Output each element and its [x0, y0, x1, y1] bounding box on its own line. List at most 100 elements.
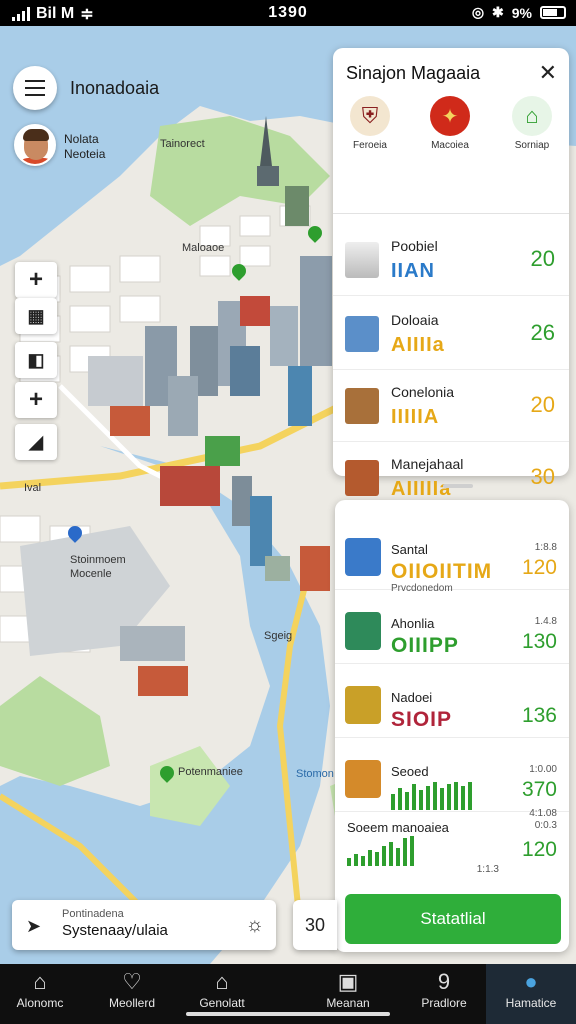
item-name: Soeem manoaiea [347, 820, 449, 835]
drop-icon [345, 612, 381, 650]
user-line1: Nolata [64, 132, 99, 146]
nav-label: Meollerd [108, 996, 156, 1010]
list-item[interactable]: Conelonia IIIIIA 20 [333, 370, 569, 442]
menu-button[interactable] [13, 66, 57, 110]
item-small: 0:0.3 [534, 820, 557, 831]
nav-label: Pradlore [421, 996, 467, 1010]
list-item[interactable]: Doloaia AIIIIa 26 [333, 298, 569, 370]
item-value: 120 [521, 838, 557, 861]
temple-icon [345, 388, 379, 424]
alarm-icon: ◎ [471, 4, 485, 20]
zoom-in-button[interactable]: + [15, 262, 57, 298]
list-item[interactable]: Soeem manoaiea 0:0.3 120 1:1.3 [335, 812, 569, 886]
stats-panel: Santal OIIOIITIM Prvcdonedom 1:8.8 120 A… [335, 500, 569, 952]
mini-button[interactable]: 30 [293, 900, 337, 950]
item-code: OIIOIITIM [391, 560, 493, 583]
bottom-nav: ⌂ Alonomc ♡ Meollerd ⌂ Genolatt ▣ Meanan… [0, 964, 576, 1024]
item-value: 26 [530, 320, 555, 345]
heart-icon: ♡ [122, 969, 142, 994]
item-value: 30 [530, 464, 555, 489]
item-name: Santal [391, 542, 428, 557]
item-name: Poobiel [391, 238, 438, 254]
drag-handle[interactable] [443, 484, 473, 488]
user-info: Nolata Neoteia [64, 132, 105, 162]
category-feroeia[interactable]: ⛨ Feroeia [337, 96, 403, 151]
item-name: Conelonia [391, 384, 455, 400]
category-sorniap[interactable]: ⌂ Sorniap [499, 96, 565, 151]
close-icon[interactable]: ✕ [539, 60, 557, 86]
nav-favorites[interactable]: ♡ Meollerd [84, 968, 180, 1010]
nav-label: Alonomc [16, 996, 64, 1010]
layers-button[interactable]: ▦ [15, 298, 57, 334]
item-value: 20 [530, 392, 555, 417]
person-icon: ● [524, 969, 538, 994]
nav-nine[interactable]: 9 Pradlore [396, 968, 492, 1010]
user-line2: Neoteia [64, 147, 106, 161]
map-mode-button[interactable]: ◧ [15, 342, 57, 378]
statistics-button[interactable]: Statatlial [345, 894, 561, 944]
hamburger-icon [25, 86, 45, 90]
list-item[interactable]: Poobiel IIAN 20 [333, 224, 569, 296]
map-label-bridge: Sgeig [264, 630, 293, 642]
avatar-hair [23, 129, 49, 141]
screen-icon: ▣ [337, 969, 359, 994]
avatar[interactable] [14, 124, 56, 166]
home-icon: ⌂ [33, 969, 47, 994]
item-small: 1:8.8 [534, 542, 557, 553]
sparkline [391, 782, 472, 810]
item-name: Doloaia [391, 312, 439, 328]
item-name: Ahonlia [391, 616, 435, 631]
battery-icon [540, 6, 566, 19]
list-item[interactable]: Ahonlia OIIIPP 1.4.8 130 [335, 590, 569, 664]
category-label: Feroeia [353, 140, 387, 151]
battery-label: 9% [511, 4, 532, 21]
item-name: Manejahaal [391, 456, 464, 472]
item-code: OIIIPP [391, 634, 459, 657]
monument-icon [345, 242, 379, 278]
item-value: 136 [521, 704, 557, 727]
item-small: 1:0.00 [529, 764, 557, 775]
nav-profile[interactable]: ● Hamatice [486, 964, 576, 1024]
home-indicator [186, 1012, 390, 1016]
places-panel: Sinajon Magaaia ✕ ⛨ Feroeia ✦ Macoiea ⌂ … [333, 48, 569, 500]
ribbon-icon: ✦ [430, 96, 470, 136]
item-code: IIAN [391, 260, 435, 282]
nav-label: Hamatice [505, 996, 557, 1010]
palace-icon [345, 460, 379, 496]
item-value: 120 [521, 556, 557, 579]
item-value: 370 [521, 778, 557, 801]
item-value: 20 [530, 246, 555, 271]
search-bar[interactable]: ➤ Pontinadena Systenaay/ulaia ☼ [12, 900, 276, 950]
locate-icon[interactable]: ☼ [246, 914, 264, 937]
search-input[interactable]: Systenaay/ulaia [62, 922, 168, 939]
market-icon [345, 760, 381, 798]
category-label: Sorniap [514, 140, 550, 151]
item-code: AIIIIa [391, 334, 445, 356]
list-item[interactable]: Nadoei SIOIP 136 [335, 664, 569, 738]
item-small: 1.4.8 [534, 616, 557, 627]
divider [333, 213, 569, 214]
map-label-sea: Stomon [296, 768, 334, 780]
list-item[interactable]: Santal OIIOIITIM Prvcdonedom 1:8.8 120 [335, 516, 569, 594]
shield-icon: ⛨ [350, 96, 390, 136]
list-item[interactable]: Seoed 1:0.00 370 4:1.08 [335, 738, 569, 819]
map-label-left: Ival [24, 482, 42, 494]
museum-icon [345, 538, 381, 576]
zoom-plus-button[interactable]: + [15, 382, 57, 418]
map-label-station1: Stoinmoem [70, 554, 126, 566]
map-title: Inonadoaia [70, 78, 160, 98]
nav-store[interactable]: ⌂ Genolatt [174, 968, 270, 1010]
home-icon: ⌂ [512, 96, 552, 136]
map-label-park: Potenmaniee [178, 766, 243, 778]
item-name: Nadoei [391, 690, 433, 705]
nav-label: Meanan [326, 996, 370, 1010]
map-label-station2: Mocenle [70, 568, 112, 580]
store-icon: ⌂ [215, 969, 229, 994]
category-macoiea[interactable]: ✦ Macoiea [417, 96, 483, 151]
item-value: 130 [521, 630, 557, 653]
sparkline [347, 836, 414, 866]
nav-screen[interactable]: ▣ Meanan [300, 968, 396, 1010]
item-code: AIIIIIa [391, 478, 452, 500]
nav-home[interactable]: ⌂ Alonomc [0, 968, 88, 1010]
compass-button[interactable]: ◢ [15, 424, 57, 460]
